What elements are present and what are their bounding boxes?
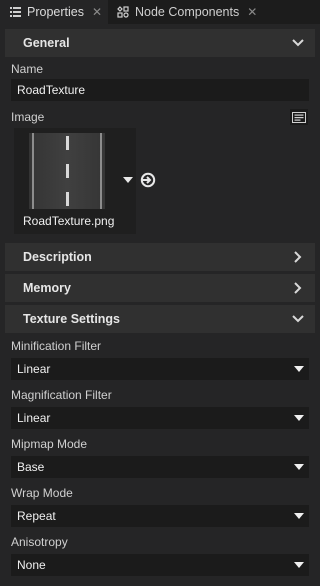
name-field[interactable]: RoadTexture [11, 79, 309, 101]
section-title: Texture Settings [23, 312, 121, 326]
anisotropy-label: Anisotropy [11, 535, 68, 549]
components-icon [117, 6, 129, 18]
mipmap-mode-dropdown[interactable]: Base [11, 456, 309, 478]
dropdown-arrow-icon [294, 562, 304, 568]
section-memory[interactable]: Memory [5, 274, 315, 302]
section-general[interactable]: General [5, 29, 315, 57]
magnification-filter-dropdown[interactable]: Linear [11, 407, 309, 429]
section-description[interactable]: Description [5, 243, 315, 271]
chevron-down-icon [291, 36, 305, 50]
image-preview[interactable]: RoadTexture.png [14, 128, 136, 234]
tab-properties[interactable]: Properties ✕ [0, 0, 108, 24]
tab-node-components[interactable]: Node Components ✕ [109, 0, 269, 24]
dropdown-value: None [17, 558, 46, 572]
chevron-right-icon [291, 250, 305, 264]
dropdown-arrow-icon [294, 366, 304, 372]
tab-label: Properties [27, 5, 84, 19]
image-filename: RoadTexture.png [23, 214, 115, 228]
image-dropdown-arrow[interactable] [123, 177, 133, 183]
dropdown-arrow-icon [294, 464, 304, 470]
close-icon[interactable]: ✕ [247, 5, 257, 19]
dropdown-value: Repeat [17, 509, 56, 523]
dropdown-value: Base [17, 460, 45, 474]
wrap-mode-label: Wrap Mode [11, 486, 73, 500]
image-label: Image [11, 110, 45, 124]
section-title: Description [23, 250, 92, 264]
tab-label: Node Components [135, 5, 240, 19]
dropdown-arrow-icon [294, 415, 304, 421]
image-browser-icon[interactable] [290, 109, 308, 125]
chevron-right-icon [291, 281, 305, 295]
mipmap-mode-label: Mipmap Mode [11, 437, 88, 451]
minification-filter-label: Minification Filter [11, 339, 102, 353]
dropdown-value: Linear [17, 411, 51, 425]
reset-arrow-icon[interactable] [140, 172, 156, 188]
list-icon [10, 7, 21, 17]
road-texture-thumbnail [29, 133, 105, 209]
close-icon[interactable]: ✕ [92, 5, 102, 19]
dropdown-arrow-icon [294, 513, 304, 519]
chevron-down-icon [291, 312, 305, 326]
anisotropy-dropdown[interactable]: None [11, 554, 309, 576]
name-label: Name [11, 62, 44, 76]
tab-bar: Properties ✕ Node Components ✕ [0, 0, 320, 24]
name-value: RoadTexture [17, 83, 86, 97]
section-texture-settings[interactable]: Texture Settings [5, 305, 315, 333]
dropdown-value: Linear [17, 362, 51, 376]
section-title: Memory [23, 281, 71, 295]
wrap-mode-dropdown[interactable]: Repeat [11, 505, 309, 527]
minification-filter-dropdown[interactable]: Linear [11, 358, 309, 380]
magnification-filter-label: Magnification Filter [11, 388, 112, 402]
section-title: General [23, 36, 70, 50]
